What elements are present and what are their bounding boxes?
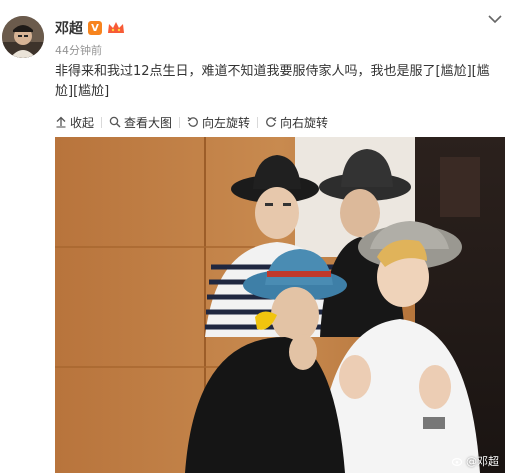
watermark: @邓超 (452, 453, 499, 469)
weibo-post: 邓超 V 44分钟前 非得来和我过12点生日，难道不知道我要服侍家人吗，我也是服… (0, 0, 513, 473)
post-time[interactable]: 44分钟前 (55, 42, 102, 58)
user-row: 邓超 V (55, 19, 125, 37)
view-large-button[interactable]: 查看大图 (109, 114, 172, 131)
divider (179, 116, 181, 128)
crown-member-icon (108, 22, 124, 33)
rotate-left-button[interactable]: 向左旋转 (187, 114, 250, 131)
view-large-label: 查看大图 (124, 115, 173, 130)
collapse-label: 收起 (70, 115, 95, 130)
rotate-right-label: 向右旋转 (280, 115, 329, 130)
post-text: 非得来和我过12点生日，难道不知道我要服侍家人吗，我也是服了[尴尬][尴尬][尴… (55, 64, 490, 99)
image-toolbar: 收起 查看大图 向左旋转 向右旋转 (55, 114, 328, 130)
chevron-down-icon[interactable] (488, 14, 502, 24)
post-photo[interactable]: @邓超 (55, 137, 505, 473)
rotate-right-button[interactable]: 向右旋转 (265, 114, 328, 131)
verified-badge: V (88, 21, 102, 35)
search-icon (109, 116, 121, 128)
rotate-left-icon (187, 117, 198, 127)
watermark-text: @邓超 (466, 455, 499, 468)
rotate-right-icon (266, 117, 277, 127)
divider (257, 116, 259, 128)
username[interactable]: 邓超 (55, 18, 83, 38)
collapse-button[interactable]: 收起 (55, 114, 94, 131)
avatar[interactable] (2, 16, 44, 58)
rotate-left-label: 向左旋转 (202, 115, 251, 130)
arrow-up-icon (56, 116, 66, 128)
divider (101, 116, 103, 128)
group-photo-image (55, 137, 505, 473)
weibo-logo-icon (452, 458, 463, 466)
